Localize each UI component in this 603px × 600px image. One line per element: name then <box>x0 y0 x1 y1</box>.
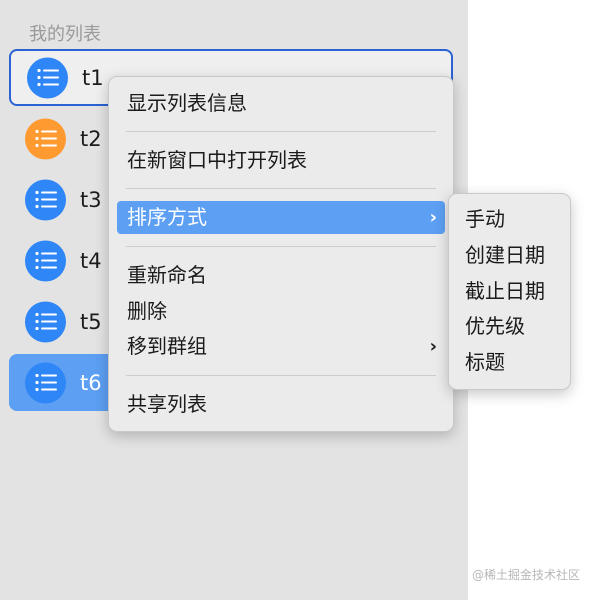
submenu-item-created-date[interactable]: 创建日期 <box>465 240 545 270</box>
menu-item-open-in-new-window[interactable]: 在新窗口中打开列表 <box>117 144 445 177</box>
menu-item-label: 排序方式 <box>127 205 207 229</box>
menu-separator <box>126 188 436 189</box>
menu-item-delete[interactable]: 删除 <box>117 295 445 328</box>
list-name: t3 <box>80 187 102 212</box>
submenu-item-title[interactable]: 标题 <box>465 347 505 377</box>
list-bullet-icon <box>25 301 66 342</box>
menu-item-label: 重新命名 <box>127 263 207 287</box>
menu-item-label: 共享列表 <box>127 392 207 416</box>
menu-separator <box>126 131 436 132</box>
list-bullet-icon <box>25 362 66 403</box>
section-title: 我的列表 <box>29 24 101 45</box>
menu-item-label: 在新窗口中打开列表 <box>127 148 307 172</box>
list-bullet-icon <box>25 118 66 159</box>
menu-item-label: 移到群组 <box>127 334 207 358</box>
chevron-right-icon: › <box>429 336 437 357</box>
menu-item-sort-by[interactable]: 排序方式 › <box>117 201 445 234</box>
list-bullet-icon <box>27 57 68 98</box>
list-name: t1 <box>82 65 104 90</box>
list-name: t5 <box>80 309 102 334</box>
sort-submenu: 手动 创建日期 截止日期 优先级 标题 <box>448 193 571 390</box>
submenu-item-due-date[interactable]: 截止日期 <box>465 276 545 306</box>
list-name: t4 <box>80 248 102 273</box>
context-menu: 显示列表信息 在新窗口中打开列表 排序方式 › 重新命名 删除 移到群组 › 共… <box>108 76 454 432</box>
submenu-item-manual[interactable]: 手动 <box>465 204 505 234</box>
menu-separator <box>126 375 436 376</box>
menu-item-label: 删除 <box>127 299 167 323</box>
submenu-item-priority[interactable]: 优先级 <box>465 311 525 341</box>
menu-item-move-to-group[interactable]: 移到群组 › <box>117 330 445 363</box>
menu-item-label: 显示列表信息 <box>127 91 247 115</box>
menu-item-share-list[interactable]: 共享列表 <box>117 388 445 421</box>
list-bullet-icon <box>25 240 66 281</box>
list-name: t2 <box>80 126 102 151</box>
watermark: @稀土掘金技术社区 <box>472 568 581 582</box>
list-name: t6 <box>80 370 102 395</box>
list-bullet-icon <box>25 179 66 220</box>
menu-item-rename[interactable]: 重新命名 <box>117 259 445 292</box>
menu-separator <box>126 246 436 247</box>
chevron-right-icon: › <box>429 207 437 228</box>
menu-item-show-list-info[interactable]: 显示列表信息 <box>117 87 445 120</box>
